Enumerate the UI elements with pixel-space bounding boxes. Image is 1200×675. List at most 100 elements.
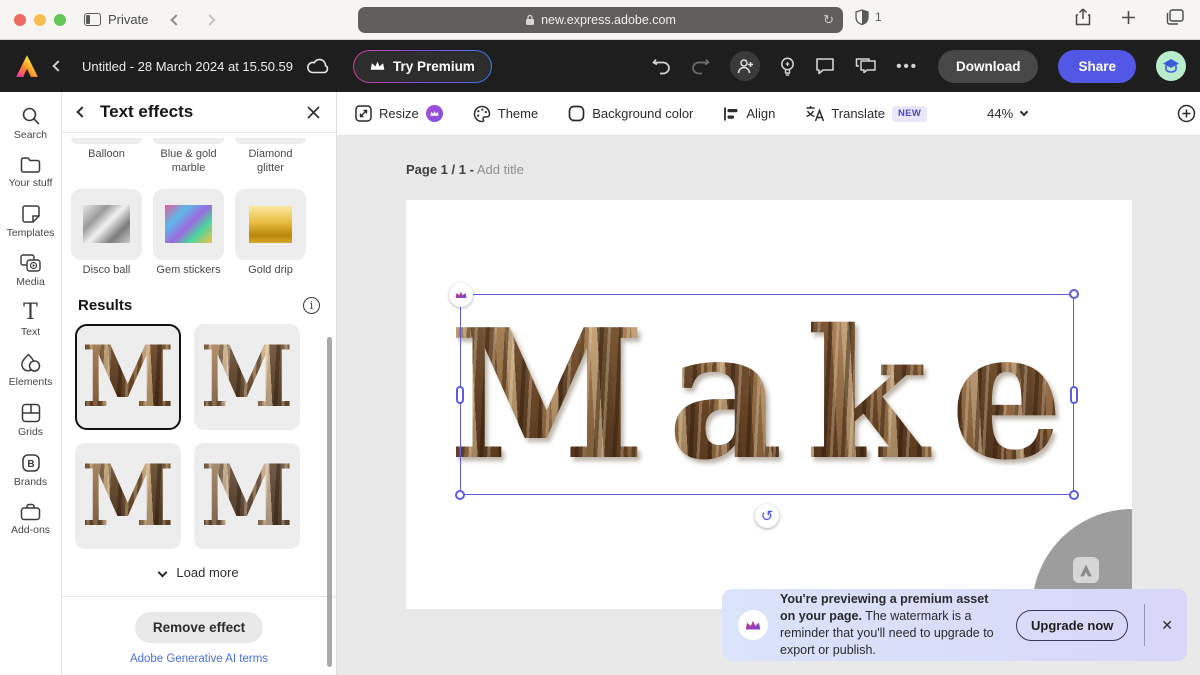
add-ons-icon <box>20 503 41 521</box>
panel-scrollbar[interactable] <box>327 337 332 667</box>
cloud-sync-icon <box>307 58 329 74</box>
effect-thumb-gem-stickers[interactable]: Ag <box>153 189 224 260</box>
private-badge: Private <box>84 12 148 27</box>
effect-thumb-disco-ball[interactable]: Ag <box>71 189 142 260</box>
sidebar-item-add-ons[interactable]: Add-ons <box>0 497 61 542</box>
theme-button[interactable]: Theme <box>473 105 538 123</box>
align-icon <box>723 106 739 122</box>
add-collaborator-button[interactable] <box>730 51 760 81</box>
lightbulb-icon[interactable] <box>780 57 795 76</box>
share-button[interactable]: Share <box>1058 50 1136 83</box>
browser-chrome: Private new.express.adobe.com ↻ 1 <box>0 0 1200 40</box>
minimize-window-button[interactable] <box>34 14 46 26</box>
effect-label: Balloon <box>71 144 142 180</box>
undo-icon[interactable] <box>652 58 671 75</box>
remove-effect-button[interactable]: Remove effect <box>135 612 263 643</box>
private-label: Private <box>108 12 148 27</box>
templates-icon <box>21 204 41 224</box>
resize-handle-left[interactable] <box>456 386 464 404</box>
results-title: Results <box>78 297 132 314</box>
comments-panel-icon[interactable] <box>855 57 876 75</box>
panel-back-icon[interactable] <box>76 107 87 118</box>
sidebar-item-brands[interactable]: B Brands <box>0 447 61 494</box>
selection-box[interactable]: ↺ <box>460 294 1074 495</box>
app-header: Untitled - 28 March 2024 at 15.50.59 Try… <box>0 40 1200 92</box>
generative-ai-terms-link[interactable]: Adobe Generative AI terms <box>130 653 268 665</box>
premium-crown-badge <box>426 105 443 122</box>
lock-icon <box>525 14 535 26</box>
crown-icon <box>738 610 768 640</box>
back-to-home-icon[interactable] <box>52 60 63 71</box>
media-icon <box>20 254 42 273</box>
result-thumb-3[interactable]: M <box>75 443 181 549</box>
sidebar-item-your-stuff[interactable]: Your stuff <box>0 150 61 195</box>
resize-handle-top-right[interactable] <box>1069 289 1079 299</box>
rotate-handle[interactable]: ↺ <box>755 504 779 528</box>
banner-divider <box>1144 604 1145 646</box>
resize-button[interactable]: Resize <box>355 105 443 122</box>
new-tab-icon[interactable] <box>1121 10 1136 25</box>
canvas-area[interactable]: Page 1 / 1 - Add title Make <box>337 136 1200 675</box>
sidebar-item-grids[interactable]: Grids <box>0 397 61 444</box>
left-sidebar: Search Your stuff Templates Media T Text… <box>0 92 62 675</box>
resize-handle-right[interactable] <box>1070 386 1078 404</box>
adobe-express-logo[interactable] <box>14 54 40 78</box>
effect-label: Blue & gold marble <box>153 144 224 180</box>
sidebar-item-templates[interactable]: Templates <box>0 198 61 245</box>
share-page-icon[interactable] <box>1075 8 1091 26</box>
crown-icon <box>370 60 385 72</box>
align-button[interactable]: Align <box>723 106 775 122</box>
result-thumb-2[interactable]: M <box>194 324 300 430</box>
effect-label: Gem stickers <box>153 260 224 283</box>
sidebar-item-elements[interactable]: Elements <box>0 347 61 394</box>
results-info-icon[interactable]: i <box>303 297 320 314</box>
url-text: new.express.adobe.com <box>541 13 676 27</box>
effect-thumb-gold-drip[interactable]: Ag <box>235 189 306 260</box>
translate-button[interactable]: Translate NEW <box>805 105 927 122</box>
zoom-window-button[interactable] <box>54 14 66 26</box>
plus-circle-icon <box>1177 104 1196 123</box>
comment-icon[interactable] <box>815 57 835 75</box>
close-window-button[interactable] <box>14 14 26 26</box>
add-title-placeholder[interactable]: Add title <box>477 162 524 177</box>
download-button[interactable]: Download <box>938 50 1039 83</box>
effect-label: Disco ball <box>71 260 142 283</box>
browser-forward-button[interactable] <box>205 14 216 25</box>
traffic-lights <box>14 14 66 26</box>
load-more-button[interactable]: Load more <box>62 551 336 596</box>
context-toolbar: Resize Theme Background color Align Tran… <box>337 92 1200 136</box>
result-thumb-4[interactable]: M <box>194 443 300 549</box>
result-thumb-1-selected[interactable]: M <box>75 324 181 430</box>
premium-asset-crown-badge <box>449 283 473 307</box>
theme-icon <box>473 105 491 123</box>
brands-icon: B <box>21 453 41 473</box>
background-color-button[interactable]: Background color <box>568 105 693 122</box>
effect-label: Gold drip <box>235 260 306 283</box>
text-icon: T <box>23 303 38 323</box>
address-bar[interactable]: new.express.adobe.com ↻ <box>358 7 843 33</box>
try-premium-button[interactable]: Try Premium <box>353 50 492 83</box>
privacy-shield-icon[interactable] <box>855 9 869 25</box>
resize-handle-bottom-left[interactable] <box>455 490 465 500</box>
zoom-level-dropdown[interactable]: 44% <box>987 106 1027 121</box>
effect-label: Diamond glitter <box>235 144 306 180</box>
background-color-icon <box>568 105 585 122</box>
banner-close-icon[interactable]: ✕ <box>1161 617 1173 634</box>
chevron-down-icon <box>1020 108 1028 116</box>
panel-close-icon[interactable] <box>307 106 320 119</box>
upgrade-now-button[interactable]: Upgrade now <box>1016 610 1128 641</box>
user-avatar[interactable] <box>1156 51 1186 81</box>
sidebar-item-text[interactable]: T Text <box>0 297 61 344</box>
document-title[interactable]: Untitled - 28 March 2024 at 15.50.59 <box>82 59 293 74</box>
grids-icon <box>21 403 41 423</box>
browser-back-button[interactable] <box>171 14 182 25</box>
more-options-icon[interactable]: ••• <box>896 58 918 75</box>
tabs-overview-icon[interactable] <box>1166 9 1184 25</box>
reload-icon[interactable]: ↻ <box>823 12 834 28</box>
redo-icon[interactable] <box>691 58 710 75</box>
resize-handle-bottom-right[interactable] <box>1069 490 1079 500</box>
add-button[interactable]: Add <box>1177 104 1200 123</box>
adobe-watermark-badge <box>1073 557 1099 583</box>
sidebar-item-search[interactable]: Search <box>0 100 61 147</box>
sidebar-item-media[interactable]: Media <box>0 248 61 294</box>
